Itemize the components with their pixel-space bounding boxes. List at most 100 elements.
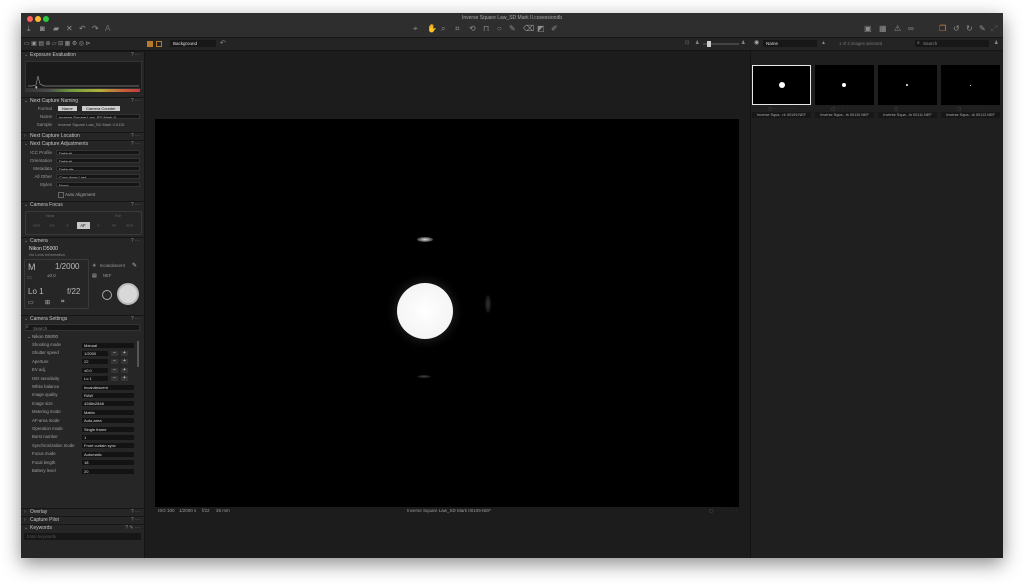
thumbnail[interactable] (941, 65, 1000, 105)
picker-tool-icon[interactable]: ✐ (551, 25, 558, 33)
sort-select[interactable]: Name (763, 40, 817, 47)
focus-area-icon[interactable]: ⌗ (61, 299, 64, 306)
adjustment-select[interactable]: Default (56, 158, 140, 163)
focus-step-button[interactable]: AF (76, 222, 90, 229)
edit-icon[interactable]: ✎ (979, 25, 986, 33)
decrement-button[interactable]: − (111, 376, 118, 382)
adjustment-select[interactable]: Default (56, 150, 140, 155)
increment-button[interactable]: + (121, 376, 128, 382)
redo-icon[interactable]: ↷ (92, 25, 99, 33)
setting-value[interactable]: Front curtain sync (82, 443, 134, 449)
capture-button[interactable] (117, 283, 139, 305)
next-capture-adjustments-header[interactable]: ⌄ Next Capture Adjustments? ⋯ (21, 140, 144, 148)
setting-value[interactable]: Incandescent (82, 384, 134, 390)
adjustment-select[interactable]: Copy from Last (56, 174, 140, 179)
decrement-button[interactable]: − (111, 350, 118, 356)
back-icon[interactable]: ↶ (220, 39, 226, 47)
decrement-button[interactable]: − (111, 359, 118, 365)
frame-icon[interactable]: ▭ (28, 299, 34, 306)
live-view-button[interactable] (102, 290, 112, 300)
person-icon[interactable]: ♟ (741, 40, 745, 46)
setting-value[interactable]: 22 (82, 359, 108, 365)
focus-step-button[interactable]: > (92, 222, 105, 229)
focus-step-button[interactable]: >>> (123, 222, 136, 229)
setting-value[interactable]: 4288x2848 (82, 401, 134, 407)
tool-tabs[interactable]: ▭▣▤⊕▱⊟▦⚙◎⊳ (24, 40, 92, 47)
name-field[interactable]: Inverse Square Law_SD Mark II (56, 114, 140, 119)
rotate-right-icon[interactable]: ↻ (966, 25, 973, 33)
keywords-input[interactable]: Enter keywords (24, 533, 141, 540)
delete-icon[interactable]: ✕ (66, 25, 73, 33)
background-select[interactable]: Background (170, 40, 216, 47)
sort-direction-icon[interactable]: ▲ (821, 40, 826, 46)
focus-step-button[interactable]: < (61, 222, 74, 229)
fit-icon[interactable]: ⊡ (685, 40, 689, 46)
crop-tool-icon[interactable]: ⌗ (455, 25, 460, 33)
setting-value[interactable]: 18 (82, 460, 134, 466)
adjustment-select[interactable]: Defaults (56, 166, 140, 171)
folder-icon[interactable]: ▰ (53, 25, 59, 33)
setting-value[interactable]: Manual (82, 342, 134, 348)
eraser-tool-icon[interactable]: ⌫ (523, 25, 534, 33)
brush-tool-icon[interactable]: ✎ (509, 25, 516, 33)
setting-value[interactable]: Matrix (82, 409, 134, 415)
person-icon[interactable]: ♟ (695, 40, 699, 46)
pan-tool-icon[interactable]: ✋ (427, 25, 437, 33)
setting-value[interactable]: 1 (82, 434, 134, 440)
search-input[interactable]: Search (915, 40, 989, 47)
rotate-left-icon[interactable]: ↺ (953, 25, 960, 33)
format-token-name[interactable]: Name (58, 106, 77, 111)
setting-value[interactable]: Auto-area (82, 418, 134, 424)
proof-icon[interactable]: ∞ (908, 25, 914, 33)
setting-value[interactable]: 1/2000 (82, 350, 108, 356)
keystone-tool-icon[interactable]: ⊓ (483, 25, 489, 33)
text-icon[interactable]: A (105, 25, 110, 33)
loupe-tool-icon[interactable]: ⌕ (441, 25, 445, 33)
main-image[interactable] (155, 119, 739, 507)
cursor-tool-icon[interactable]: ⌖ (413, 25, 418, 33)
thumbnail[interactable] (815, 65, 874, 105)
capture-pilot-header[interactable]: › Capture Pilot? ⋯ (21, 516, 144, 524)
exposure-mode[interactable]: M (28, 262, 36, 272)
camera-focus-header[interactable]: ⌄ Camera Focus? ⋯ (21, 201, 144, 209)
rotate-tool-icon[interactable]: ⟲ (469, 25, 476, 33)
setting-value[interactable]: Single frame (82, 426, 134, 432)
compare-icon[interactable]: ▣ (864, 25, 872, 33)
process-icon[interactable]: ❐ (939, 25, 946, 33)
keywords-header[interactable]: ⌄ Keywords? ✎ ⋯ (21, 524, 144, 532)
eye-icon[interactable]: ◉ (754, 39, 759, 46)
person-icon[interactable]: ♟ (994, 40, 998, 46)
aperture-readout[interactable]: f/22 (67, 287, 80, 296)
next-capture-location-header[interactable]: › Next Capture Location? ⋯ (21, 132, 144, 140)
focus-step-button[interactable]: >> (108, 222, 121, 229)
format-token-counter[interactable]: Camera Counter (82, 106, 120, 111)
setting-value[interactable]: Lo 1 (82, 376, 108, 382)
camera-icon[interactable]: ◙ (40, 25, 45, 33)
multi-view-icon[interactable] (156, 41, 162, 47)
camera-header[interactable]: ⌄ Camera? ⋯ (21, 237, 144, 245)
shutter-readout[interactable]: 1/2000 (55, 262, 79, 271)
thumbnail[interactable] (752, 65, 811, 105)
focus-step-button[interactable]: << (46, 222, 59, 229)
ev-readout[interactable]: ±0.0 (47, 273, 56, 278)
undo-icon[interactable]: ↶ (79, 25, 86, 33)
auto-alignment-checkbox[interactable] (58, 192, 64, 198)
increment-button[interactable]: + (121, 350, 128, 356)
adjustment-select[interactable]: None (56, 182, 140, 187)
increment-button[interactable]: + (121, 359, 128, 365)
zoom-slider[interactable] (703, 41, 739, 47)
camera-settings-header[interactable]: ⌄ Camera Settings? ⋯ (21, 315, 144, 323)
decrement-button[interactable]: − (111, 367, 118, 373)
picker-icon[interactable]: ✎ (132, 262, 137, 269)
warning-icon[interactable]: ⚠ (894, 25, 901, 33)
metering-icon[interactable]: ⊞ (45, 299, 50, 306)
rating-stars[interactable]: ▢ · · · · · (709, 507, 738, 514)
grid-icon[interactable]: ▦ (879, 25, 887, 33)
focus-step-button[interactable]: <<< (30, 222, 43, 229)
increment-button[interactable]: + (121, 367, 128, 373)
settings-search-input[interactable]: Search (25, 324, 140, 331)
settings-scrollbar[interactable] (137, 341, 139, 367)
thumbnail[interactable] (878, 65, 937, 105)
overlay-header[interactable]: › Overlay? ⋯ (21, 508, 144, 516)
setting-value[interactable]: 20 (82, 468, 134, 474)
